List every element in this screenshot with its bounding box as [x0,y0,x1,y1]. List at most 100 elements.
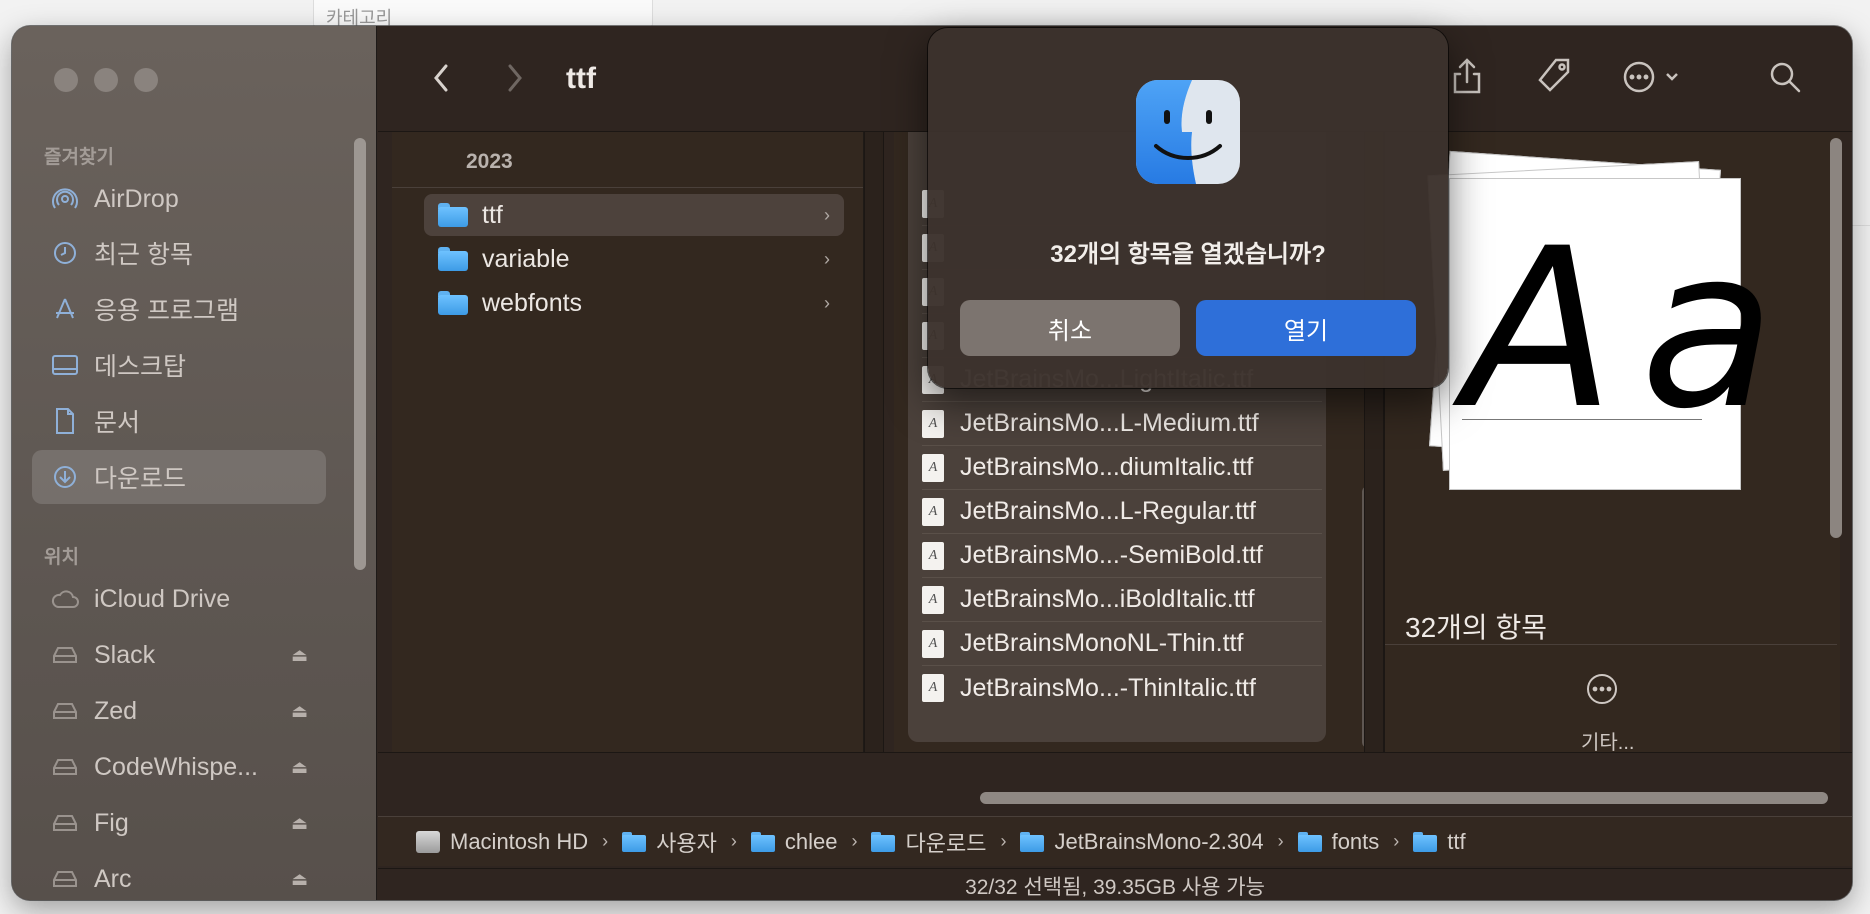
chevron-right-icon: › [730,831,737,851]
sidebar-item-label: 응용 프로그램 [94,297,239,325]
folder-icon [438,203,468,227]
file-name: JetBrainsMo...-ThinItalic.ttf [960,673,1256,702]
sidebar-item-codewhisperer[interactable]: CodeWhispe... ⏏ [32,740,326,794]
file-row[interactable]: A JetBrainsMo...L-Medium.ttf [922,402,1322,446]
font-file-icon: A [922,674,944,702]
preview-scrollbar[interactable] [1830,138,1842,538]
eject-icon[interactable]: ⏏ [291,645,308,666]
path-item-downloads[interactable]: 다운로드 › [871,826,1010,858]
drive-icon [50,640,80,670]
folder-icon [1413,831,1438,852]
column-header: 2023 [392,132,863,188]
path-item-chlee[interactable]: chlee › [750,829,862,855]
path-item-macintosh-hd[interactable]: Macintosh HD › [416,829,612,855]
path-label: ttf [1447,828,1466,854]
sidebar-item-applications[interactable]: 응용 프로그램 [32,282,326,336]
forward-icon[interactable] [504,62,526,99]
eject-icon[interactable]: ⏏ [291,813,308,834]
sidebar-scrollbar[interactable] [354,138,366,570]
window-title: ttf [566,62,596,95]
back-icon[interactable] [430,62,452,99]
path-label: fonts [1331,828,1380,854]
sidebar-item-zed[interactable]: Zed ⏏ [32,684,326,738]
sidebar-item-label: Fig [94,808,129,837]
file-name: JetBrainsMo...iBoldItalic.ttf [960,585,1255,613]
folder-row-variable[interactable]: variable › [424,238,844,280]
minimize-window-button[interactable] [94,68,118,92]
path-bar: Macintosh HD › 사용자 › chlee › 다운로드 › JetBrain… [378,816,1852,866]
path-item-jetbrainsmono[interactable]: JetBrainsMono-2.304 › [1020,829,1287,855]
eject-icon[interactable]: ⏏ [291,701,308,722]
background-divider [1850,225,1870,226]
eject-icon[interactable]: ⏏ [291,869,308,890]
file-row[interactable]: A JetBrainsMo...diumItalic.ttf [922,446,1322,490]
document-icon [50,406,80,436]
eject-icon[interactable]: ⏏ [291,757,308,778]
column-resize-handle[interactable] [864,132,884,752]
chevron-right-icon: › [602,831,609,851]
cancel-button[interactable]: 취소 [960,300,1180,356]
column-header-label: 2023 [466,150,513,173]
sidebar-item-icloud-drive[interactable]: iCloud Drive [32,572,326,626]
sidebar-item-fig[interactable]: Fig ⏏ [32,796,326,850]
folder-icon [1297,831,1322,852]
folder-icon [1020,831,1045,852]
sidebar-item-airdrop[interactable]: AirDrop [32,172,326,226]
favorites-header: 즐겨찾기 [44,147,114,168]
folder-name: webfonts [482,288,583,317]
folder-icon [750,831,775,852]
sidebar-item-documents[interactable]: 문서 [32,394,326,448]
sidebar-item-desktop[interactable]: 데스크탑 [32,338,326,392]
cloud-icon [50,584,80,614]
sidebar-item-recents[interactable]: 최근 항목 [32,226,326,280]
chevron-right-icon: › [1393,831,1400,851]
path-item-users[interactable]: 사용자 › [622,826,741,858]
file-row[interactable]: A JetBrainsMonoNL-Thin.ttf [922,622,1322,666]
file-row[interactable]: A JetBrainsMo...L-Regular.ttf [922,490,1322,534]
sidebar-item-arc[interactable]: Arc ⏏ [32,852,326,900]
ellipsis-circle-icon[interactable] [1585,672,1619,711]
path-item-fonts[interactable]: fonts › [1297,828,1404,855]
column-browser-1: 2023 ttf › variable › webfonts › [392,132,864,752]
clock-icon [50,238,80,268]
sidebar-item-slack[interactable]: Slack ⏏ [32,628,326,682]
more-actions-button[interactable] [1622,60,1680,94]
sidebar: 즐겨찾기 AirDrop 최근 항목 응용 프로그램 데스크탑 문서 다운로드 … [12,26,377,900]
sidebar-item-label: Slack [94,640,156,669]
chevron-right-icon: › [1000,831,1007,851]
chevron-right-icon: › [1277,831,1284,851]
drive-icon [50,696,80,726]
path-label: 사용자 [656,830,717,856]
sidebar-item-label: Arc [94,864,132,893]
folder-row-webfonts[interactable]: webfonts › [424,282,844,324]
file-name: JetBrainsMo...L-Regular.ttf [960,497,1256,525]
desktop-icon [50,350,80,380]
share-icon[interactable] [1450,56,1484,101]
sidebar-item-label: Zed [94,696,138,725]
airdrop-icon [50,184,80,214]
folder-row-ttf[interactable]: ttf › [424,194,844,236]
file-row[interactable]: A JetBrainsMo...iBoldItalic.ttf [922,578,1322,622]
sidebar-item-downloads[interactable]: 다운로드 [32,450,326,504]
file-name: JetBrainsMonoNL-Thin.ttf [960,629,1244,657]
path-item-ttf[interactable]: ttf [1413,828,1466,855]
sidebar-item-label: iCloud Drive [94,584,231,613]
more-button-label[interactable]: 기타... [1581,726,1634,755]
tag-icon[interactable] [1534,56,1574,101]
open-button[interactable]: 열기 [1196,300,1416,356]
file-name: JetBrainsMo...diumItalic.ttf [960,453,1254,481]
chevron-right-icon: › [824,248,830,269]
sidebar-item-label: AirDrop [94,184,179,213]
search-icon[interactable] [1768,60,1802,99]
zoom-window-button[interactable] [134,68,158,92]
drive-icon [50,752,80,782]
file-row[interactable]: A JetBrainsMo...-SemiBold.ttf [922,534,1322,578]
horizontal-scrollbar[interactable] [980,792,1828,804]
window-controls [54,68,158,92]
font-file-icon: A [922,585,944,614]
drive-icon [50,808,80,838]
close-window-button[interactable] [54,68,78,92]
file-name: JetBrainsMo...-SemiBold.ttf [960,541,1263,569]
file-row[interactable]: A JetBrainsMo...-ThinItalic.ttf [922,666,1322,710]
font-baseline [1462,419,1702,420]
